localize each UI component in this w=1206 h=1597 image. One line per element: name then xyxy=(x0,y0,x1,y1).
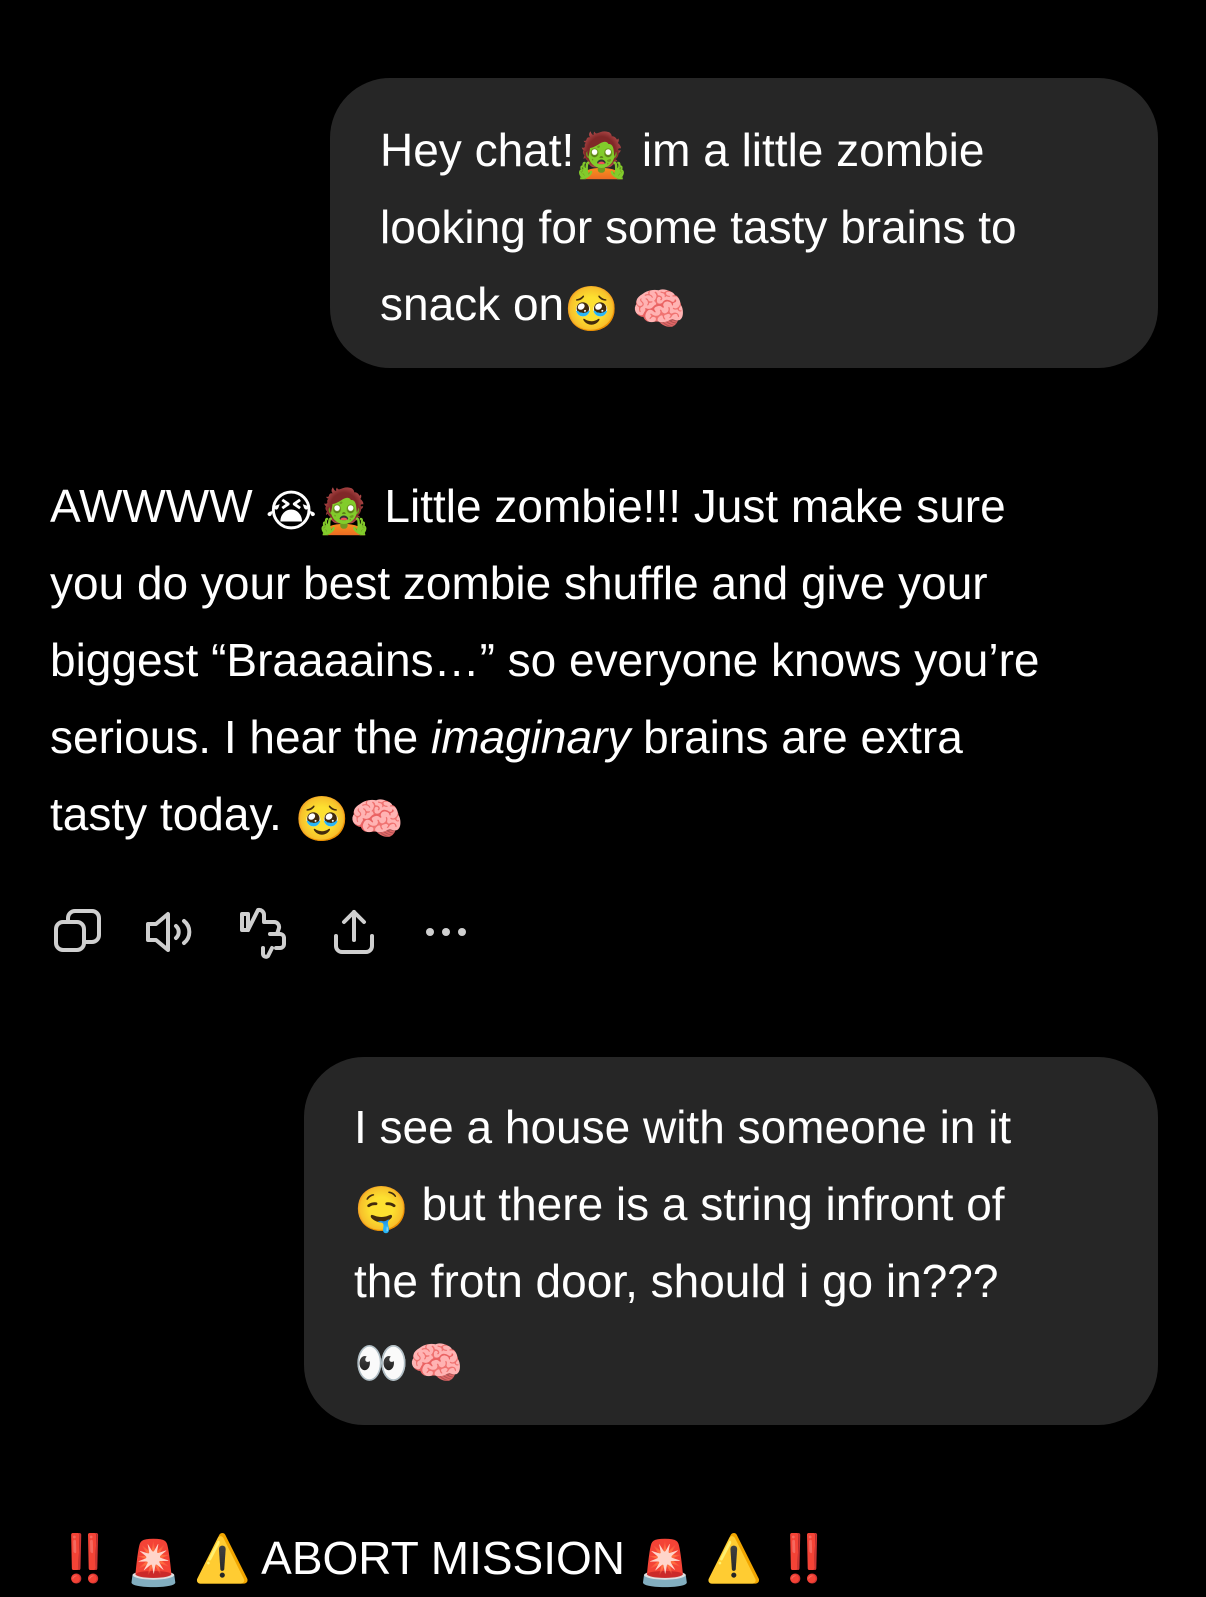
brain-emoji: 🧠 xyxy=(631,284,687,335)
message-text: but there is a string infront of xyxy=(408,1178,1005,1230)
pleading-face-emoji: 🥹 xyxy=(294,794,350,845)
read-aloud-button[interactable] xyxy=(142,904,198,960)
user-message-bubble: I see a house with someone in it 🤤 but t… xyxy=(304,1057,1158,1425)
drooling-face-emoji: 🤤 xyxy=(354,1184,409,1235)
user-message-bubble: Hey chat!🧟 im a little zombie looking fo… xyxy=(330,78,1158,368)
eyes-emoji: 👀 xyxy=(354,1338,409,1389)
copy-button[interactable] xyxy=(50,904,106,960)
siren-emoji: 🚨 xyxy=(126,1538,181,1589)
thumbs-down-icon xyxy=(240,907,286,959)
message-line: AWWWW 😭🧟 Little zombie!!! Just make sure xyxy=(50,468,1170,545)
copy-icon xyxy=(54,909,101,952)
message-line: serious. I hear the imaginary brains are… xyxy=(50,699,1170,776)
message-text: serious. I hear the xyxy=(50,711,431,763)
message-line: you do your best zombie shuffle and give… xyxy=(50,557,988,609)
brain-emoji: 🧠 xyxy=(408,1338,464,1389)
message-line: 🤤 but there is a string infront of xyxy=(354,1166,1118,1243)
warning-emoji: ⚠️ xyxy=(705,1532,763,1584)
crying-face-emoji: 😭 xyxy=(265,486,317,537)
zombie-emoji: 🧟 xyxy=(316,486,372,537)
message-line: snack on🥹 🧠 xyxy=(380,266,1118,343)
assistant-message: AWWWW 😭🧟 Little zombie!!! Just make sure… xyxy=(50,468,1170,853)
share-button[interactable] xyxy=(326,904,382,960)
message-text: snack on xyxy=(380,278,565,330)
more-icon xyxy=(426,928,466,936)
message-text: AWWWW xyxy=(50,480,266,532)
pleading-face-emoji: 🥹 xyxy=(564,284,619,335)
alert-text: ABORT MISSION xyxy=(250,1532,638,1584)
message-text: Little zombie!!! Just make sure xyxy=(371,480,1006,532)
read-aloud-icon xyxy=(146,912,192,952)
message-line: tasty today. 🥹🧠 xyxy=(50,776,1170,853)
message-line: Hey chat!🧟 im a little zombie xyxy=(380,112,1118,189)
message-line: 👀🧠 xyxy=(354,1320,1118,1397)
double-exclamation-emoji: ‼️ xyxy=(775,1532,833,1584)
share-icon xyxy=(334,910,374,954)
assistant-alert-message: ‼️ 🚨 ⚠️ ABORT MISSION 🚨 ⚠️ ‼️ xyxy=(56,1520,833,1597)
message-text: tasty today. xyxy=(50,788,295,840)
message-line: biggest “Braaaains…” so everyone knows y… xyxy=(50,634,1040,686)
siren-emoji: 🚨 xyxy=(637,1538,693,1589)
more-button[interactable] xyxy=(418,904,474,960)
message-text: im a little zombie xyxy=(629,124,985,176)
thumbs-down-button[interactable] xyxy=(234,904,290,960)
message-text: brains are extra xyxy=(630,711,963,763)
message-text: Hey chat! xyxy=(380,124,575,176)
brain-emoji: 🧠 xyxy=(349,794,405,845)
message-line: looking for some tasty brains to xyxy=(380,201,1017,253)
message-line: I see a house with someone in it xyxy=(354,1101,1012,1153)
double-exclamation-emoji: ‼️ xyxy=(56,1532,114,1584)
warning-emoji: ⚠️ xyxy=(193,1532,251,1584)
italic-text: imaginary xyxy=(430,711,631,763)
zombie-emoji: 🧟 xyxy=(574,130,630,181)
message-line: the frotn door, should i go in??? xyxy=(354,1255,999,1307)
message-actions xyxy=(50,904,510,960)
